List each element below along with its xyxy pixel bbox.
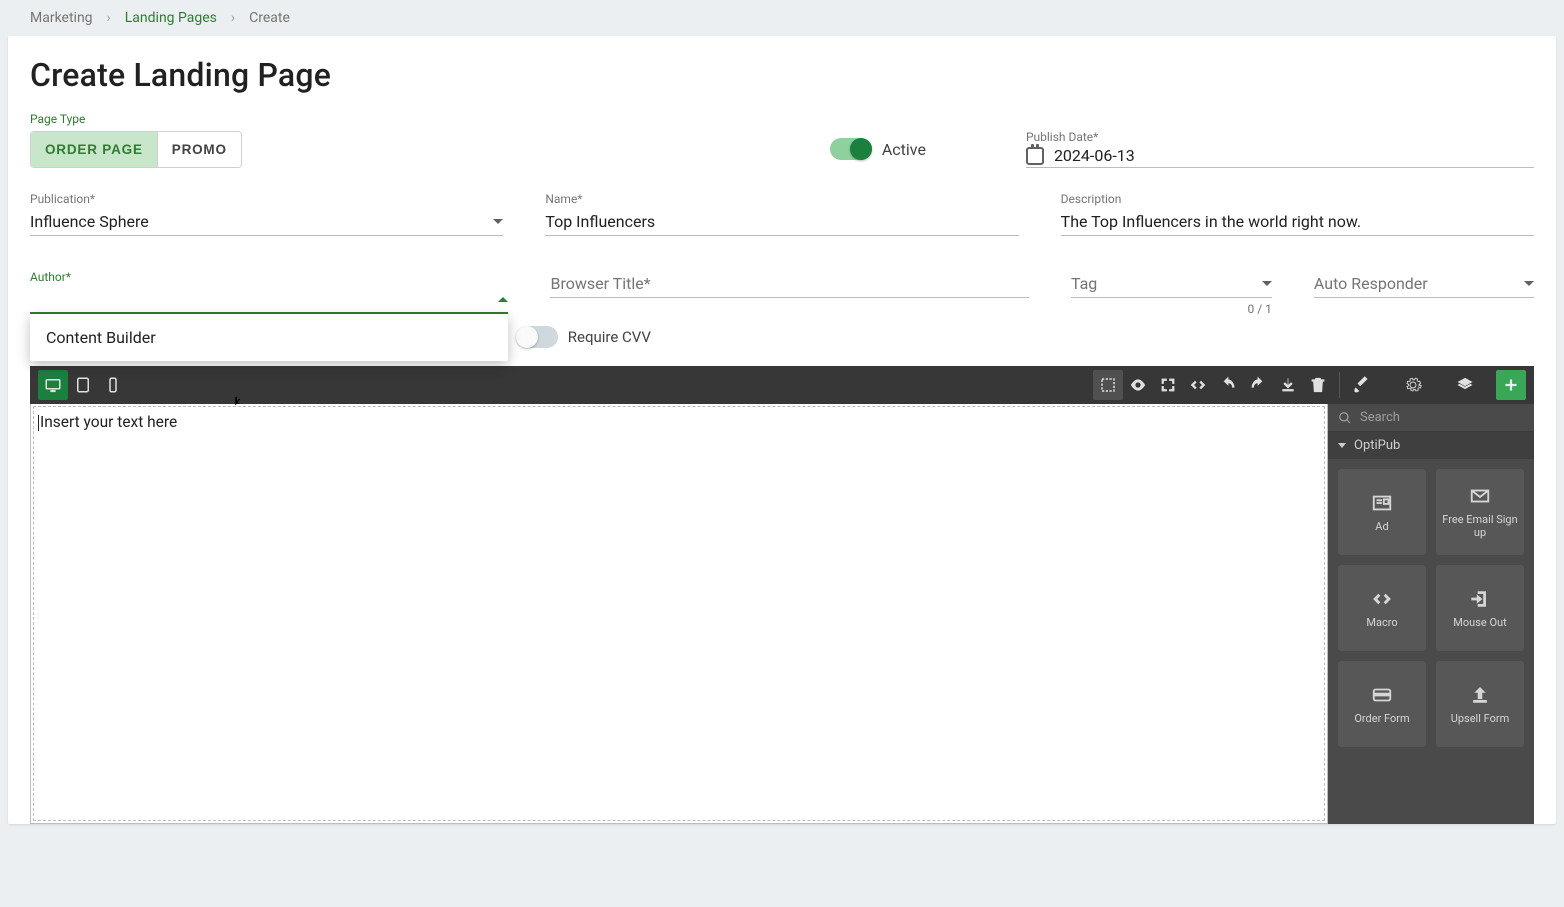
publish-date-value: 2024-06-13	[1054, 146, 1135, 165]
tile-free-email[interactable]: Free Email Sign up	[1436, 469, 1524, 555]
description-label: Description	[1061, 192, 1534, 206]
tile-mouse-out[interactable]: Mouse Out	[1436, 565, 1524, 651]
page-type-label: Page Type	[8, 112, 1556, 130]
brush-button[interactable]	[1346, 370, 1376, 400]
chevron-down-icon	[1524, 281, 1534, 286]
search-icon	[1338, 411, 1352, 425]
breadcrumb: Marketing › Landing Pages › Create	[0, 0, 1564, 36]
component-category-label: OptiPub	[1354, 438, 1400, 453]
author-option-content-builder[interactable]: Content Builder	[46, 328, 492, 347]
publication-select[interactable]: Influence Sphere	[30, 208, 503, 236]
publish-date-label: Publish Date*	[1026, 130, 1534, 144]
newspaper-icon	[1370, 492, 1394, 514]
tile-upsell-form[interactable]: Upsell Form	[1436, 661, 1524, 747]
component-sidebar: Search OptiPub Ad Free Email Sign up Mac…	[1328, 404, 1534, 824]
tile-order-form[interactable]: Order Form	[1338, 661, 1426, 747]
active-label: Active	[882, 140, 926, 159]
description-value: The Top Influencers in the world right n…	[1061, 212, 1361, 231]
tag-counter: 0 / 1	[1071, 302, 1272, 316]
tag-placeholder: Tag	[1071, 274, 1097, 293]
tag-select[interactable]: Tag	[1071, 270, 1272, 298]
publication-label: Publication*	[30, 192, 503, 206]
tile-ad[interactable]: Ad	[1338, 469, 1426, 555]
calendar-icon	[1026, 147, 1044, 165]
page-title: Create Landing Page	[8, 56, 1556, 112]
breadcrumb-landing-pages[interactable]: Landing Pages	[125, 10, 217, 26]
order-page-button[interactable]: ORDER PAGE	[31, 132, 157, 167]
browser-title-input[interactable]: Browser Title*	[550, 270, 1028, 298]
promo-button[interactable]: PROMO	[157, 132, 241, 167]
redo-button[interactable]	[1243, 370, 1273, 400]
component-search[interactable]: Search	[1328, 404, 1534, 432]
require-cvv-label: Require CVV	[568, 328, 651, 346]
preview-button[interactable]	[1123, 370, 1153, 400]
code-icon	[1370, 588, 1394, 610]
delete-button[interactable]	[1303, 370, 1333, 400]
name-input[interactable]: Top Influencers	[545, 208, 1018, 236]
layers-button[interactable]	[1450, 370, 1480, 400]
canvas-placeholder-text[interactable]: Insert your text here	[34, 407, 1324, 437]
editor-canvas[interactable]: Insert your text here	[30, 404, 1328, 824]
browser-title-placeholder: Browser Title*	[550, 274, 650, 293]
chevron-right-icon: ›	[231, 10, 235, 26]
main-panel: Create Landing Page Page Type ORDER PAGE…	[8, 36, 1556, 824]
undo-button[interactable]	[1213, 370, 1243, 400]
component-category[interactable]: OptiPub	[1328, 432, 1534, 459]
breadcrumb-marketing[interactable]: Marketing	[30, 10, 93, 26]
require-cvv-toggle[interactable]	[516, 326, 558, 348]
fullscreen-button[interactable]	[1153, 370, 1183, 400]
settings-button[interactable]	[1398, 370, 1428, 400]
code-view-button[interactable]	[1183, 370, 1213, 400]
exit-icon	[1468, 588, 1492, 610]
mobile-view-button[interactable]	[98, 370, 128, 400]
chevron-up-icon	[498, 297, 508, 302]
publication-value: Influence Sphere	[30, 212, 149, 231]
envelope-icon	[1468, 485, 1492, 507]
chevron-down-icon	[1262, 281, 1272, 286]
chevron-down-icon	[1338, 443, 1346, 448]
chevron-down-icon	[493, 219, 503, 224]
page-type-toggle: ORDER PAGE PROMO	[30, 131, 242, 168]
breadcrumb-create: Create	[249, 10, 290, 26]
add-component-button[interactable]	[1496, 370, 1526, 400]
auto-responder-placeholder: Auto Responder	[1314, 274, 1428, 293]
tablet-view-button[interactable]	[68, 370, 98, 400]
author-label: Author*	[30, 270, 508, 284]
selection-tool-button[interactable]	[1093, 370, 1123, 400]
publish-date-field[interactable]: 2024-06-13	[1026, 146, 1534, 168]
active-toggle[interactable]	[830, 138, 872, 160]
description-input[interactable]: The Top Influencers in the world right n…	[1061, 208, 1534, 236]
author-dropdown: Content Builder	[30, 314, 508, 361]
chevron-right-icon: ›	[107, 10, 111, 26]
name-label: Name*	[545, 192, 1018, 206]
credit-card-icon	[1370, 684, 1394, 706]
cursor-pointer-icon	[230, 394, 244, 412]
tile-macro[interactable]: Macro	[1338, 565, 1426, 651]
download-button[interactable]	[1273, 370, 1303, 400]
desktop-view-button[interactable]	[38, 370, 68, 400]
name-value: Top Influencers	[545, 212, 655, 231]
editor-toolbar	[30, 366, 1534, 404]
author-select[interactable]	[30, 286, 508, 314]
auto-responder-select[interactable]: Auto Responder	[1314, 270, 1534, 298]
component-search-placeholder: Search	[1360, 410, 1400, 425]
author-value	[30, 290, 34, 309]
upload-icon	[1468, 684, 1492, 706]
